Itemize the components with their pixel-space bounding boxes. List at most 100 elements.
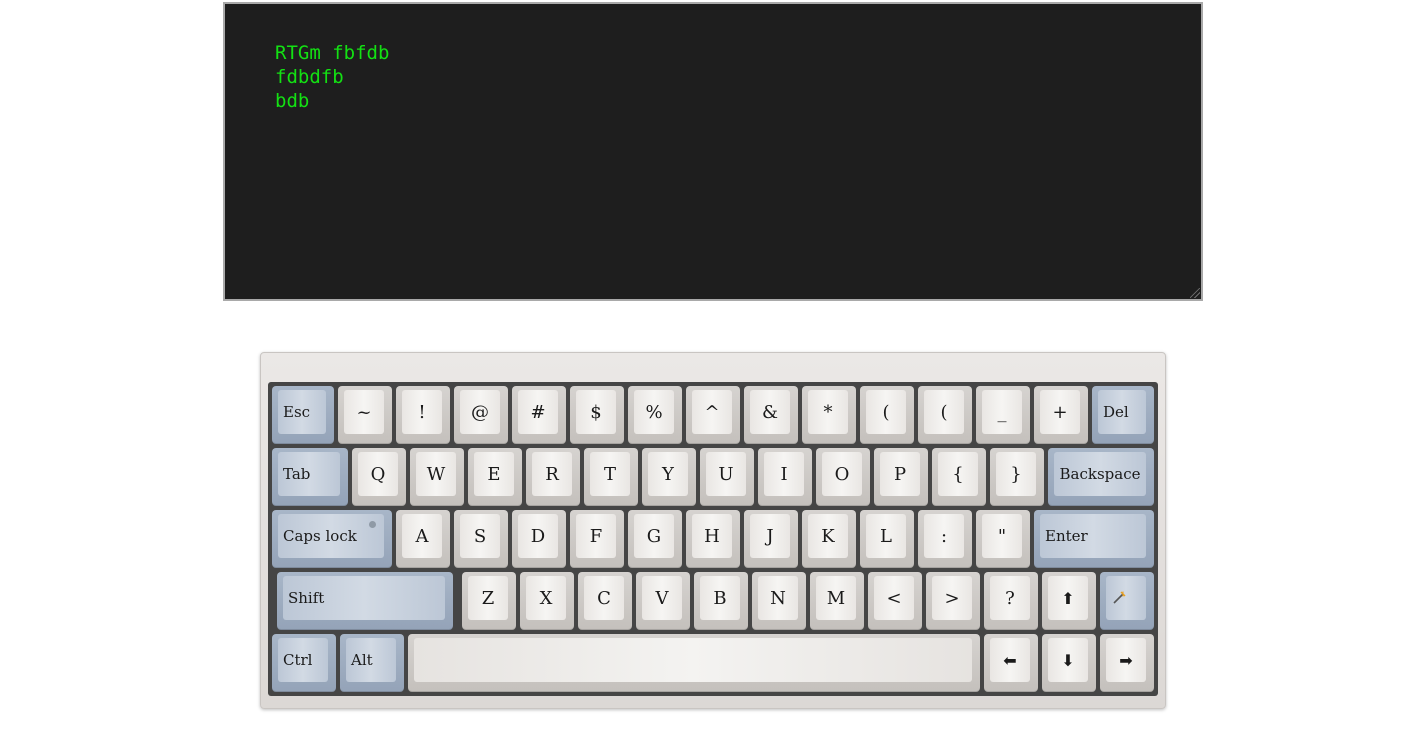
key-colon-label: : <box>924 514 964 558</box>
key-g-label: G <box>634 514 674 558</box>
key-asterisk[interactable]: * <box>802 386 856 444</box>
key-underscore-label: _ <box>982 390 1022 434</box>
key-b-label: B <box>700 576 740 620</box>
key-open-paren-1[interactable]: ( <box>860 386 914 444</box>
key-alt-label: Alt <box>346 638 396 682</box>
key-h-label: H <box>692 514 732 558</box>
key-u-label: U <box>706 452 746 496</box>
key-hash[interactable]: # <box>512 386 566 444</box>
key-w[interactable]: W <box>410 448 464 506</box>
key-w-label: W <box>416 452 456 496</box>
key-arrow-right[interactable]: ➡ <box>1100 634 1154 692</box>
key-space[interactable] <box>408 634 980 692</box>
key-arrow-down[interactable]: ⬇ <box>1042 634 1096 692</box>
key-backspace-label: Backspace <box>1054 452 1146 496</box>
key-exclamation[interactable]: ! <box>396 386 450 444</box>
key-at[interactable]: @ <box>454 386 508 444</box>
key-percent[interactable]: % <box>628 386 682 444</box>
key-u[interactable]: U <box>700 448 754 506</box>
key-y-label: Y <box>648 452 688 496</box>
key-dollar[interactable]: $ <box>570 386 624 444</box>
key-v-label: V <box>642 576 682 620</box>
key-close-brace[interactable]: } <box>990 448 1044 506</box>
key-ctrl[interactable]: Ctrl <box>272 634 336 692</box>
key-z[interactable]: Z <box>462 572 516 630</box>
key-c[interactable]: C <box>578 572 632 630</box>
key-n[interactable]: N <box>752 572 806 630</box>
key-ampersand[interactable]: & <box>744 386 798 444</box>
key-enter-label: Enter <box>1040 514 1146 558</box>
key-del-label: Del <box>1098 390 1146 434</box>
key-h[interactable]: H <box>686 510 740 568</box>
key-a[interactable]: A <box>396 510 450 568</box>
key-open-paren-2[interactable]: ( <box>918 386 972 444</box>
key-percent-label: % <box>634 390 674 434</box>
key-less-than[interactable]: < <box>868 572 922 630</box>
key-ampersand-label: & <box>750 390 790 434</box>
key-s[interactable]: S <box>454 510 508 568</box>
arrow-right-icon: ➡ <box>1106 638 1146 682</box>
key-t-label: T <box>590 452 630 496</box>
key-del[interactable]: Del <box>1092 386 1154 444</box>
key-b[interactable]: B <box>694 572 748 630</box>
key-magic-label <box>1106 576 1146 620</box>
key-esc[interactable]: Esc <box>272 386 334 444</box>
magic-wand-icon <box>1113 591 1126 604</box>
key-j[interactable]: J <box>744 510 798 568</box>
key-l[interactable]: L <box>860 510 914 568</box>
key-e[interactable]: E <box>468 448 522 506</box>
key-m-label: M <box>816 576 856 620</box>
key-g[interactable]: G <box>628 510 682 568</box>
key-alt[interactable]: Alt <box>340 634 404 692</box>
caps-lock-indicator-icon <box>369 521 376 528</box>
key-quote[interactable]: " <box>976 510 1030 568</box>
key-tilde[interactable]: ~ <box>338 386 392 444</box>
key-y[interactable]: Y <box>642 448 696 506</box>
key-plus-label: + <box>1040 390 1080 434</box>
key-m[interactable]: M <box>810 572 864 630</box>
key-shift[interactable]: Shift <box>277 572 453 630</box>
key-question-label: ? <box>990 576 1030 620</box>
key-open-brace-label: { <box>938 452 978 496</box>
key-a-label: A <box>402 514 442 558</box>
key-greater-than[interactable]: > <box>926 572 980 630</box>
key-z-label: Z <box>468 576 508 620</box>
key-k[interactable]: K <box>802 510 856 568</box>
key-q[interactable]: Q <box>352 448 406 506</box>
key-e-label: E <box>474 452 514 496</box>
key-q-label: Q <box>358 452 398 496</box>
key-p-label: P <box>880 452 920 496</box>
key-less-than-label: < <box>874 576 914 620</box>
resize-grip-icon[interactable] <box>1190 288 1200 298</box>
key-underscore[interactable]: _ <box>976 386 1030 444</box>
key-o[interactable]: O <box>816 448 870 506</box>
key-magic[interactable] <box>1100 572 1154 630</box>
key-enter[interactable]: Enter <box>1034 510 1154 568</box>
key-open-paren-2-label: ( <box>924 390 964 434</box>
key-i[interactable]: I <box>758 448 812 506</box>
key-plus[interactable]: + <box>1034 386 1088 444</box>
key-j-label: J <box>750 514 790 558</box>
terminal-textarea[interactable]: RTGm fbfdb fdbdfb bdb <box>223 2 1203 301</box>
key-tab[interactable]: Tab <box>272 448 348 506</box>
key-backspace[interactable]: Backspace <box>1048 448 1154 506</box>
key-caps-lock-label: Caps lock <box>278 514 384 558</box>
key-space-label <box>414 638 972 682</box>
key-asterisk-label: * <box>808 390 848 434</box>
key-t[interactable]: T <box>584 448 638 506</box>
key-v[interactable]: V <box>636 572 690 630</box>
key-caps-lock[interactable]: Caps lock <box>272 510 392 568</box>
key-d[interactable]: D <box>512 510 566 568</box>
key-question[interactable]: ? <box>984 572 1038 630</box>
key-f[interactable]: F <box>570 510 624 568</box>
key-greater-than-label: > <box>932 576 972 620</box>
key-caret[interactable]: ^ <box>686 386 740 444</box>
key-x[interactable]: X <box>520 572 574 630</box>
key-arrow-left[interactable]: ⬅ <box>984 634 1038 692</box>
key-close-brace-label: } <box>996 452 1036 496</box>
key-p[interactable]: P <box>874 448 928 506</box>
key-colon[interactable]: : <box>918 510 972 568</box>
key-open-brace[interactable]: { <box>932 448 986 506</box>
key-r[interactable]: R <box>526 448 580 506</box>
key-arrow-up[interactable]: ⬆ <box>1042 572 1096 630</box>
